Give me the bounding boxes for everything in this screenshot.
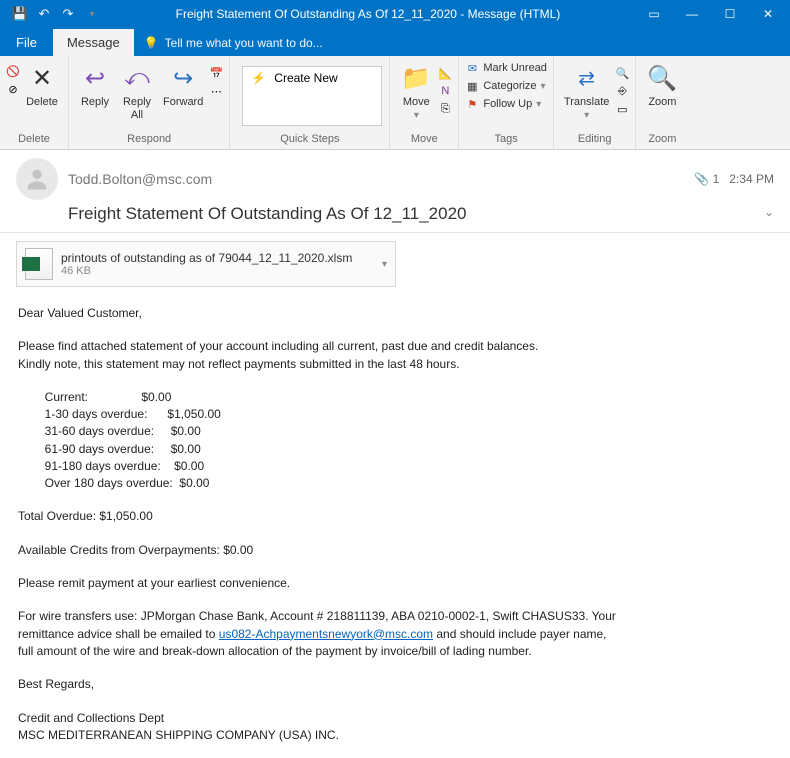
onenote-icon[interactable]: N — [438, 84, 452, 98]
group-delete: 🚫 ⊘ ✕ Delete Delete — [0, 56, 69, 149]
tab-message[interactable]: Message — [53, 29, 134, 56]
follow-up-button[interactable]: ⚑ Follow Up▾ — [465, 96, 547, 112]
reply-all-button[interactable]: ⤺ Reply All — [117, 60, 157, 123]
group-quick-steps: ⚡ Create New Quick Steps — [230, 56, 390, 149]
excel-file-icon — [25, 248, 53, 280]
delete-button[interactable]: ✕ Delete — [22, 60, 62, 111]
remittance-email-link[interactable]: us082-Achpaymentsnewyork@msc.com — [219, 627, 433, 641]
window-controls: ▭ — ☐ ✕ — [636, 0, 786, 28]
reply-icon: ↩ — [79, 62, 111, 94]
received-time: 2:34 PM — [729, 172, 774, 186]
envelope-icon: ✉ — [465, 61, 479, 75]
junk-icon[interactable]: ⊘ — [6, 82, 20, 96]
undo-icon[interactable]: ↶ — [36, 6, 52, 22]
group-editing-label: Editing — [560, 133, 629, 147]
redo-icon[interactable]: ↷ — [60, 6, 76, 22]
select-icon[interactable]: ▭ — [615, 102, 629, 116]
group-zoom-label: Zoom — [642, 133, 682, 147]
group-move-label: Move — [396, 133, 452, 147]
group-zoom: 🔍 Zoom Zoom — [636, 56, 688, 149]
sender-avatar — [16, 158, 58, 200]
delete-icon: ✕ — [26, 62, 58, 94]
attachment-item[interactable]: printouts of outstanding as of 79044_12_… — [16, 241, 396, 287]
meeting-icon[interactable]: 📅 — [209, 66, 223, 80]
tell-me-label: Tell me what you want to do... — [165, 36, 323, 50]
mark-unread-button[interactable]: ✉ Mark Unread — [465, 60, 547, 76]
create-new-label: Create New — [274, 71, 337, 85]
attachment-dropdown-icon[interactable]: ▾ — [382, 259, 387, 270]
lightbulb-icon: 💡 — [144, 36, 159, 50]
quick-steps-gallery[interactable]: ⚡ Create New — [242, 66, 382, 126]
quick-access-toolbar: 💾 ↶ ↷ ▾ — [4, 6, 100, 22]
tab-file[interactable]: File — [0, 29, 53, 56]
reply-button[interactable]: ↩ Reply — [75, 60, 115, 111]
lightning-icon: ⚡ — [251, 71, 266, 85]
attachment-filesize: 46 KB — [61, 265, 352, 277]
window-titlebar: 💾 ↶ ↷ ▾ Freight Statement Of Outstanding… — [0, 0, 790, 28]
editing-extras: 🔍 ⎆ ▭ — [615, 60, 629, 116]
maximize-button[interactable]: ☐ — [712, 0, 748, 28]
sender-email: Todd.Bolton@msc.com — [68, 171, 212, 187]
group-tags: ✉ Mark Unread ▦ Categorize▾ ⚑ Follow Up▾… — [459, 56, 554, 149]
ignore-icon[interactable]: 🚫 — [6, 64, 20, 78]
zoom-button[interactable]: 🔍 Zoom — [642, 60, 682, 111]
translate-icon: ⇄ — [571, 62, 603, 94]
group-respond-label: Respond — [75, 133, 223, 147]
attachment-filename: printouts of outstanding as of 79044_12_… — [61, 251, 352, 265]
rules-icon[interactable]: 📐 — [438, 66, 452, 80]
actions-icon[interactable]: ⎘ — [438, 102, 452, 116]
move-folder-icon: 📁 — [400, 62, 432, 94]
group-respond: ↩ Reply ⤺ Reply All ↪ Forward 📅 ⋯ Respon… — [69, 56, 230, 149]
translate-button[interactable]: ⇄ Translate▾ — [560, 60, 613, 123]
group-tags-label: Tags — [465, 133, 547, 147]
ribbon: 🚫 ⊘ ✕ Delete Delete ↩ Reply ⤺ Reply All … — [0, 56, 790, 150]
save-icon[interactable]: 💾 — [12, 6, 28, 22]
more-respond-icon[interactable]: ⋯ — [209, 84, 223, 98]
window-title: Freight Statement Of Outstanding As Of 1… — [100, 7, 636, 21]
ignore-junk-column: 🚫 ⊘ — [6, 60, 20, 96]
respond-more: 📅 ⋯ — [209, 60, 223, 98]
zoom-icon: 🔍 — [646, 62, 678, 94]
message-subject: Freight Statement Of Outstanding As Of 1… — [68, 204, 467, 224]
attachment-indicator: 📎 1 — [694, 172, 719, 186]
move-extras: 📐 N ⎘ — [438, 60, 452, 116]
categorize-icon: ▦ — [465, 79, 479, 93]
categorize-button[interactable]: ▦ Categorize▾ — [465, 78, 547, 94]
group-delete-label: Delete — [6, 133, 62, 147]
message-header: Todd.Bolton@msc.com 📎 1 2:34 PM Freight … — [0, 150, 790, 233]
minimize-button[interactable]: — — [674, 0, 710, 28]
forward-button[interactable]: ↪ Forward — [159, 60, 207, 111]
expand-header-icon[interactable]: ⌄ — [764, 205, 774, 219]
reply-all-icon: ⤺ — [121, 62, 153, 94]
message-body: Dear Valued Customer, Please find attach… — [0, 291, 790, 758]
tell-me-search[interactable]: 💡 Tell me what you want to do... — [134, 30, 333, 56]
ribbon-options-icon[interactable]: ▭ — [636, 0, 672, 28]
flag-icon: ⚑ — [465, 97, 479, 111]
group-move: 📁 Move▾ 📐 N ⎘ Move — [390, 56, 459, 149]
related-icon[interactable]: ⎆ — [615, 84, 629, 98]
qat-dropdown-icon[interactable]: ▾ — [84, 6, 100, 22]
forward-icon: ↪ — [167, 62, 199, 94]
group-quick-steps-label: Quick Steps — [236, 133, 383, 147]
close-button[interactable]: ✕ — [750, 0, 786, 28]
move-button[interactable]: 📁 Move▾ — [396, 60, 436, 123]
find-icon[interactable]: 🔍 — [615, 66, 629, 80]
group-editing: ⇄ Translate▾ 🔍 ⎆ ▭ Editing — [554, 56, 636, 149]
ribbon-tabs: File Message 💡 Tell me what you want to … — [0, 28, 790, 56]
